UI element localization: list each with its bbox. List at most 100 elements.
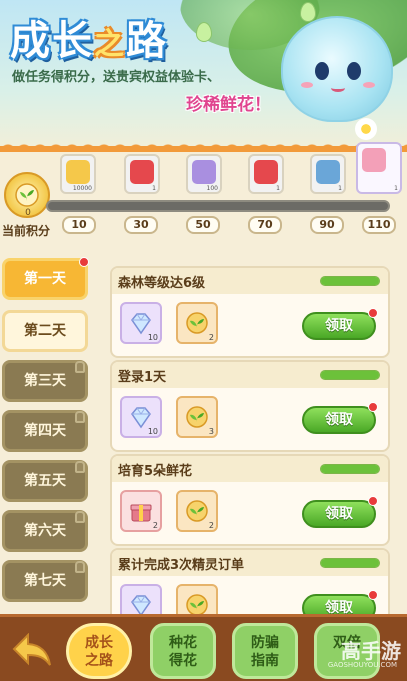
tab-day-6[interactable]: 第六天 [2,510,88,552]
notification-dot [368,590,378,600]
lock-icon [75,411,85,423]
tab-day-1[interactable]: 第一天 [2,257,89,300]
tab-day-7[interactable]: 第七天 [2,560,88,602]
claim-button[interactable]: 领取 [302,402,378,434]
banner-title: 成长之路 [10,8,168,66]
task-card: 森林等级达6级 10 2 领取 [110,266,390,358]
nav-tab-label: 种花 [169,635,197,651]
water-drop-icon [300,2,316,22]
task-progress-fill [321,465,379,473]
day-tab-label: 第六天 [24,523,66,539]
reward-item-qty: 2 [208,521,214,530]
task-progress-bar [320,558,380,568]
milestone-label: 90 [310,216,344,234]
day-tab-label: 第三天 [24,373,66,389]
banner-highlight: 珍稀鲜花！ [186,95,271,115]
water-drop-icon [196,22,212,42]
reward-qty: 1 [276,185,280,192]
notification-dot [368,496,378,506]
claim-button-label: 领取 [325,412,353,428]
points-progress: 0 当前积分 10000 1 100 1 1 1 10 30 50 70 90 110 [0,142,407,244]
reward-item-qty: 2 [152,521,158,530]
reward-item[interactable]: 10 [120,302,162,344]
tab-day-2[interactable]: 第二天 [2,310,88,352]
claim-button-label: 领取 [325,506,353,522]
reward-item-qty: 3 [208,427,214,436]
reward-qty: 1 [394,185,398,192]
task-progress-bar [320,370,380,380]
banner-subtitle: 做任务得积分，送贵宾权益体验卡、 [12,70,221,85]
claim-button[interactable]: 领取 [302,496,378,528]
title-text: 路 [126,18,168,64]
reward-item-qty: 2 [208,333,214,342]
current-points-label: 当前积分 [2,224,51,238]
reward-item[interactable]: 2 [176,302,218,344]
watermark-sub: GAOSHOUYOU.COM [327,661,397,669]
nav-tab-label: 成长 [85,635,113,651]
mascot-icon [281,16,393,122]
notification-dot [79,257,89,267]
nav-tab-3[interactable]: 防骗 指南 [232,623,298,679]
reward-item[interactable]: 10 [120,396,162,438]
reward-item[interactable]: 2 [120,490,162,532]
watermark: 高手游 [341,639,401,663]
lock-icon [75,561,85,573]
task-progress-bar [320,276,380,286]
nav-tab-label: 之路 [85,653,113,669]
red-card-icon [254,160,278,184]
milestone-label: 70 [248,216,282,234]
tab-day-5[interactable]: 第五天 [2,460,88,502]
nav-tab-label: 指南 [251,653,279,669]
tab-day-4[interactable]: 第四天 [2,410,88,452]
task-progress-fill [321,559,379,567]
tab-day-3[interactable]: 第三天 [2,360,88,402]
reward-item-qty: 10 [147,333,158,342]
diamond-icon [192,160,216,184]
milestone-label: 50 [186,216,220,234]
reward-qty: 1 [338,185,342,192]
day-tab-label: 第七天 [24,573,66,589]
reward-slot[interactable]: 1 [124,154,160,194]
red-card-icon [130,160,154,184]
task-title: 培育5朵鲜花 [118,464,193,479]
reward-item[interactable]: 3 [176,396,218,438]
current-points-value: 0 [25,208,31,218]
membership-card-icon [316,160,340,184]
nav-tab-2[interactable]: 种花 得花 [150,623,216,679]
milestone-label: 110 [362,216,396,234]
task-card: 登录1天 10 3 领取 [110,360,390,452]
reward-item[interactable]: 2 [176,490,218,532]
day-tab-label: 第五天 [24,473,66,489]
lock-icon [75,361,85,373]
task-title: 森林等级达6级 [118,276,206,291]
gold-coin-icon [66,160,90,184]
reward-slot[interactable]: 1 [310,154,346,194]
day-tab-label: 第二天 [24,323,66,339]
title-text: 之 [94,27,126,62]
back-arrow-icon[interactable] [12,632,52,671]
day-tab-label: 第一天 [24,271,66,287]
reward-slot[interactable]: 10000 [60,154,96,194]
title-text: 成长 [10,18,94,64]
flower-pot-icon [362,148,386,172]
task-progress-bar [320,464,380,474]
reward-slot[interactable]: 1 [356,142,402,194]
claim-button[interactable]: 领取 [302,308,378,340]
nav-tab-1[interactable]: 成长 之路 [66,623,132,679]
bottom-nav: 成长 之路 种花 得花 防骗 指南 双倍 高手游 GAOSHOUYOU.COM [0,614,407,681]
reward-slot[interactable]: 1 [248,154,284,194]
banner: 成长之路 做任务得积分，送贵宾权益体验卡、 珍稀鲜花！ [0,0,407,152]
task-card: 培育5朵鲜花 2 2 领取 [110,454,390,546]
day-tab-label: 第四天 [24,423,66,439]
reward-qty: 100 [206,185,218,192]
reward-qty: 1 [152,185,156,192]
notification-dot [368,402,378,412]
task-title: 累计完成3次精灵订单 [118,558,245,573]
milestone-label: 10 [62,216,96,234]
reward-qty: 10000 [72,185,92,192]
reward-slot[interactable]: 100 [186,154,222,194]
notification-dot [368,308,378,318]
task-progress-fill [321,371,379,379]
milestone-label: 30 [124,216,158,234]
task-progress-fill [321,277,379,285]
